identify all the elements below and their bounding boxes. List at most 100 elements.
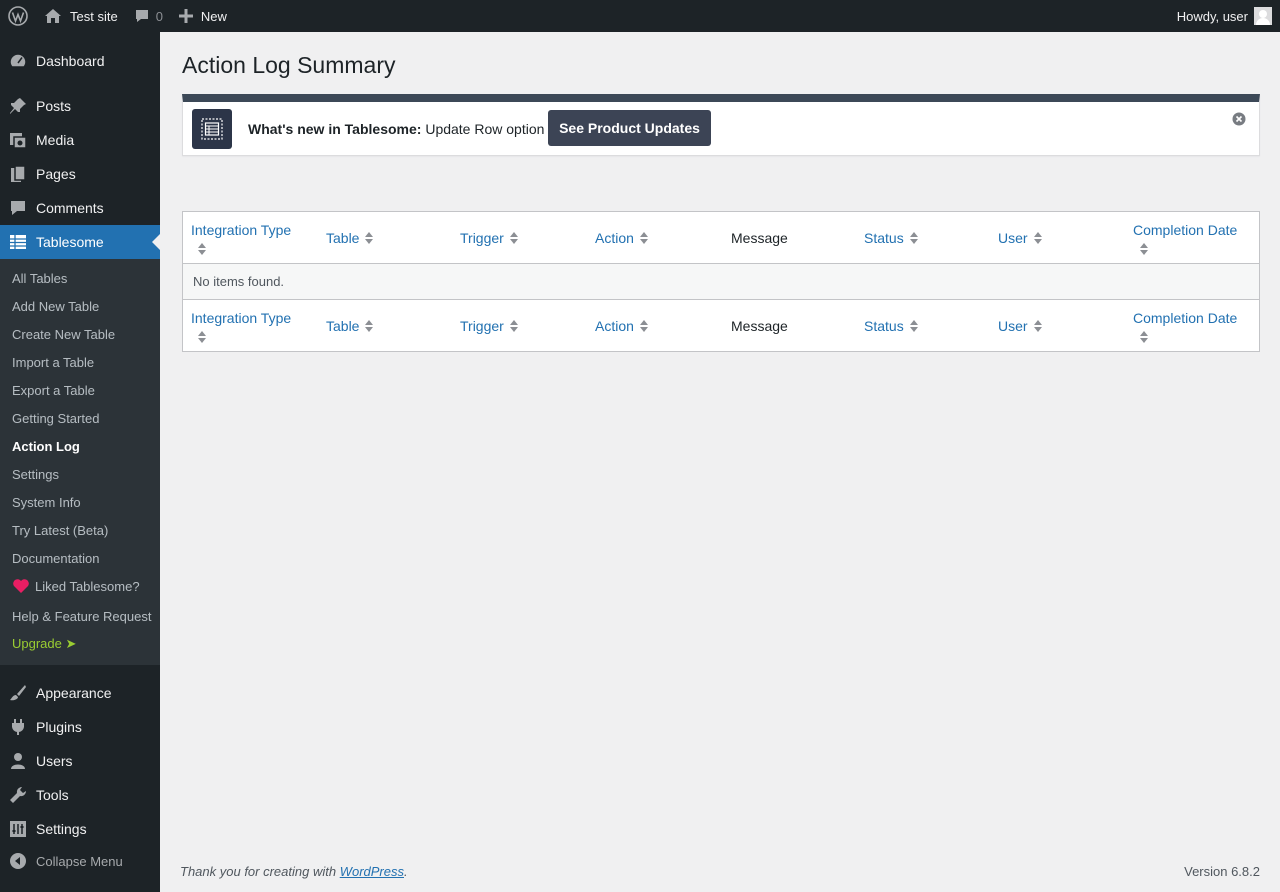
- submenu-documentation[interactable]: Documentation: [12, 544, 99, 572]
- notice-text: Update Row option: [421, 121, 545, 137]
- sort-icon: [1140, 330, 1148, 344]
- column-label: Table: [326, 230, 360, 246]
- page-title: Action Log Summary: [182, 52, 396, 78]
- submenu-upgrade[interactable]: Upgrade ➤: [12, 630, 76, 658]
- wordpress-logo-icon[interactable]: [0, 0, 36, 32]
- submenu-label: Import a Table: [12, 354, 95, 370]
- column-header-completion-date[interactable]: Completion Date: [1133, 212, 1253, 264]
- sort-icon: [1033, 231, 1042, 245]
- submenu-liked-tablesome[interactable]: Liked Tablesome?: [12, 572, 140, 600]
- menu-item-appearance[interactable]: Appearance: [0, 676, 160, 710]
- sort-icon: [365, 231, 374, 245]
- column-header-user[interactable]: User: [998, 212, 1042, 264]
- footer-thanks: Thank you for creating with WordPress.: [180, 864, 408, 879]
- collapse-icon: [0, 852, 36, 870]
- submenu-try-latest-beta[interactable]: Try Latest (Beta): [12, 516, 108, 544]
- menu-item-tools[interactable]: Tools: [0, 778, 160, 812]
- submenu-getting-started[interactable]: Getting Started: [12, 404, 99, 432]
- column-label: Completion Date: [1133, 222, 1238, 238]
- menu-item-settings[interactable]: Settings: [0, 812, 160, 846]
- column-footer-status[interactable]: Status: [864, 300, 918, 352]
- notice-message: What's new in Tablesome: Update Row opti…: [248, 121, 544, 137]
- greeting: Howdy, user: [1176, 8, 1248, 24]
- menu-item-posts[interactable]: Posts: [0, 89, 160, 123]
- dismiss-notice-icon[interactable]: [1232, 112, 1246, 126]
- submenu-label: Try Latest (Beta): [12, 522, 109, 538]
- new-content-link[interactable]: New: [171, 0, 235, 32]
- site-name-link[interactable]: Test site: [36, 0, 126, 32]
- menu-item-tablesome[interactable]: Tablesome: [0, 225, 160, 259]
- submenu-export-table[interactable]: Export a Table: [12, 376, 95, 404]
- user-icon: [0, 744, 36, 778]
- menu-label: Appearance: [36, 685, 112, 701]
- table-icon: [0, 225, 36, 259]
- submenu-label: Documentation: [12, 550, 100, 566]
- column-header-trigger[interactable]: Trigger: [460, 212, 518, 264]
- action-log-table: Integration Type Table Trigger Action Me…: [182, 211, 1260, 352]
- column-footer-integration-type[interactable]: Integration Type: [191, 300, 311, 352]
- site-name: Test site: [70, 8, 118, 24]
- submenu-label: Liked Tablesome?: [35, 578, 140, 594]
- sort-icon: [1140, 242, 1148, 256]
- footer-thanks-text: Thank you for creating with: [180, 864, 340, 879]
- column-label: Status: [864, 230, 904, 246]
- sort-icon: [509, 319, 518, 333]
- column-footer-message: Message: [731, 300, 788, 352]
- column-header-action[interactable]: Action: [595, 212, 648, 264]
- my-account-link[interactable]: Howdy, user: [1169, 0, 1280, 32]
- table-header-row: Integration Type Table Trigger Action Me…: [183, 212, 1259, 264]
- sort-icon: [365, 319, 374, 333]
- table-footer-row: Integration Type Table Trigger Action Me…: [183, 299, 1259, 351]
- dashboard-icon: [0, 44, 36, 78]
- submenu-add-new-table[interactable]: Add New Table: [12, 292, 99, 320]
- submenu-system-info[interactable]: System Info: [12, 488, 81, 516]
- column-footer-trigger[interactable]: Trigger: [460, 300, 518, 352]
- menu-item-dashboard[interactable]: Dashboard: [0, 44, 160, 78]
- submenu-label: Add New Table: [12, 298, 100, 314]
- plugin-icon: [0, 710, 36, 744]
- menu-item-comments[interactable]: Comments: [0, 191, 160, 225]
- sort-icon: [198, 242, 206, 256]
- submenu-action-log[interactable]: Action Log: [12, 432, 80, 460]
- submenu-create-new-table[interactable]: Create New Table: [12, 320, 115, 348]
- notice-bold-text: What's new in Tablesome:: [248, 121, 422, 137]
- menu-item-pages[interactable]: Pages: [0, 157, 160, 191]
- column-header-status[interactable]: Status: [864, 212, 918, 264]
- column-label: Action: [595, 318, 634, 334]
- menu-label: Pages: [36, 166, 76, 182]
- collapse-menu-button[interactable]: Collapse Menu: [0, 844, 160, 878]
- submenu-settings[interactable]: Settings: [12, 460, 59, 488]
- menu-item-plugins[interactable]: Plugins: [0, 710, 160, 744]
- empty-message: No items found.: [193, 274, 285, 289]
- pages-icon: [0, 157, 36, 191]
- submenu-import-table[interactable]: Import a Table: [12, 348, 94, 376]
- wordpress-link[interactable]: WordPress: [340, 864, 404, 879]
- column-header-integration-type[interactable]: Integration Type: [191, 212, 311, 264]
- column-header-table[interactable]: Table: [326, 212, 374, 264]
- column-label: Status: [864, 318, 904, 334]
- submenu-help-feature-request[interactable]: Help & Feature Request: [12, 602, 151, 630]
- heart-icon: [13, 579, 29, 593]
- column-footer-user[interactable]: User: [998, 300, 1042, 352]
- sort-icon: [909, 231, 918, 245]
- product-updates-notice: What's new in Tablesome: Update Row opti…: [182, 94, 1260, 156]
- column-footer-completion-date[interactable]: Completion Date: [1133, 300, 1253, 352]
- menu-label: Posts: [36, 98, 72, 114]
- settings-icon: [0, 812, 36, 846]
- pin-icon: [0, 89, 36, 123]
- footer-thanks-suffix: .: [404, 864, 408, 879]
- menu-label: Settings: [36, 821, 87, 837]
- column-label: User: [998, 230, 1028, 246]
- submenu-all-tables[interactable]: All Tables: [12, 264, 67, 292]
- column-footer-table[interactable]: Table: [326, 300, 374, 352]
- menu-item-media[interactable]: Media: [0, 123, 160, 157]
- admin-menu: Dashboard Posts Media Pages Comments Tab…: [0, 32, 160, 892]
- see-product-updates-button[interactable]: See Product Updates: [548, 110, 711, 146]
- column-header-message: Message: [731, 212, 788, 264]
- comments-link[interactable]: 0: [126, 0, 171, 32]
- collapse-label: Collapse Menu: [36, 853, 123, 869]
- column-footer-action[interactable]: Action: [595, 300, 648, 352]
- home-icon: [45, 9, 61, 23]
- menu-item-users[interactable]: Users: [0, 744, 160, 778]
- column-label: Integration Type: [191, 222, 292, 238]
